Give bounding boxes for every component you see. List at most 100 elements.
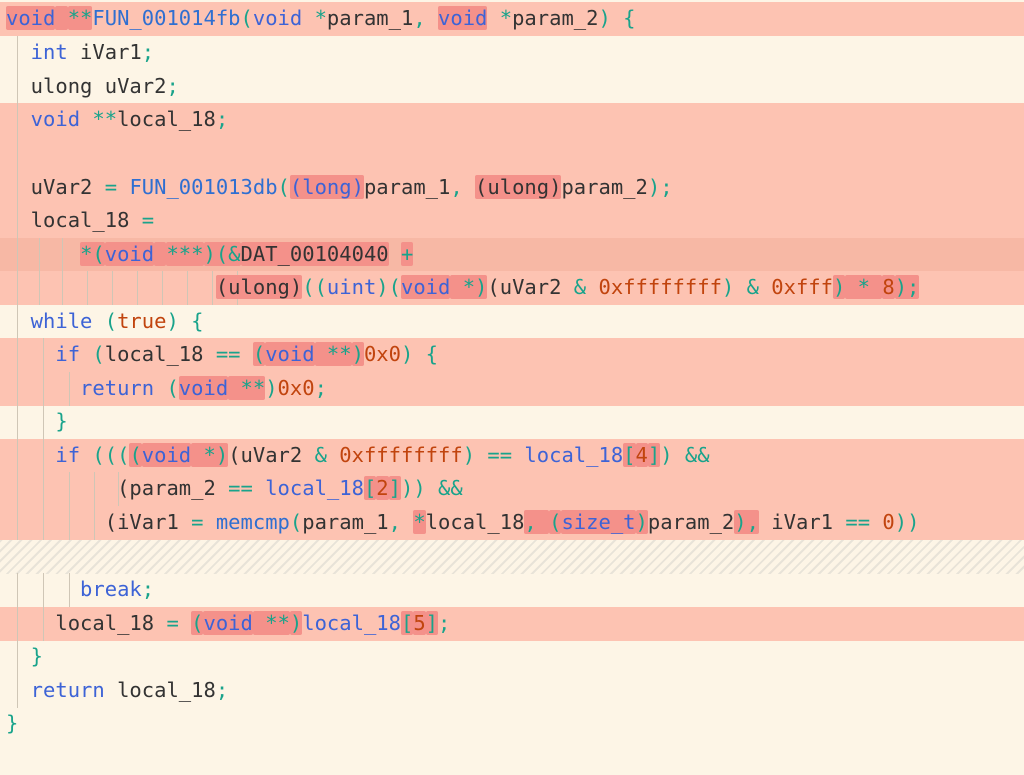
code-content: local_18 = (void **)local_18[5]; [6,607,450,641]
code-token: [ [623,443,636,467]
code-token: local_18 [6,208,142,232]
code-token: & [314,443,340,467]
code-line-6[interactable]: uVar2 = FUN_001013db((long)param_1, (ulo… [0,171,1024,205]
code-token: (long) [289,175,364,199]
code-line-20[interactable]: return local_18; [0,674,1024,708]
code-line-5[interactable] [0,137,1024,171]
code-token: 8 [882,275,895,299]
code-line-21[interactable]: } [0,707,1024,741]
code-content: if (local_18 == (void **)0x0) { [6,338,438,372]
code-token: void [252,6,303,30]
code-token: void [104,242,155,266]
code-token: 0x0 [277,376,315,400]
code-token: ((( [80,443,130,467]
code-token: 0xffffffff [598,275,722,299]
code-token: void [6,6,56,30]
code-line-3[interactable]: ulong uVar2; [0,70,1024,104]
code-token: == [845,510,883,534]
code-token: 2 [376,476,389,500]
code-token: return [6,376,155,400]
code-token: ; [314,376,327,400]
code-token: 5 [413,611,426,635]
code-token: * [499,6,513,30]
code-line-7[interactable]: local_18 = [0,204,1024,238]
code-token: == [215,342,253,366]
code-token [55,6,68,30]
code-token: *( [80,242,105,266]
code-token: ) { [598,6,636,30]
code-token: ] [425,611,439,635]
code-line-1[interactable]: void **FUN_001014fb(void *param_1, void … [0,2,1024,36]
code-token: )( [376,275,401,299]
code-token: param_2 [647,510,735,534]
code-token: + [400,242,414,266]
code-line-9[interactable]: (ulong)((uint)(void *)(uVar2 & 0xfffffff… [0,271,1024,305]
code-token: local_18 [265,476,364,500]
code-line-2[interactable]: int iVar1; [0,36,1024,70]
code-token: ** [92,107,118,131]
code-content: if ((((void *)(uVar2 & 0xffffffff) == lo… [6,439,710,473]
code-content: *(void ***)(&DAT_00104040 + [6,238,414,272]
code-token: && [438,476,463,500]
code-token: ( [129,443,142,467]
code-token: void [400,275,451,299]
code-line-8[interactable]: *(void ***)(&DAT_00104040 + [0,238,1024,272]
code-token: = [141,208,155,232]
code-token: ** [228,376,266,400]
code-line-14[interactable]: if ((((void *)(uVar2 & 0xffffffff) == lo… [0,439,1024,473]
code-token: , [524,510,550,534]
code-token: FUN_001013db [129,175,278,199]
code-line-19[interactable]: } [0,640,1024,674]
code-line-17[interactable]: break; [0,573,1024,607]
code-token: )(& [203,242,241,266]
code-line-18[interactable]: local_18 = (void **)local_18[5]; [0,607,1024,641]
code-token: memcmp [215,510,290,534]
code-line-4[interactable]: void **local_18; [0,103,1024,137]
code-token: * [413,510,426,534]
code-token: ; [141,40,155,64]
code-token: ) == [462,443,525,467]
indent-guide [17,137,18,171]
code-token: ( [277,175,290,199]
code-line-12[interactable]: return (void **)0x0; [0,372,1024,406]
code-token: (uVar2 [487,275,574,299]
code-line-10[interactable]: while (true) { [0,305,1024,339]
code-line-11[interactable]: if (local_18 == (void **)0x0) { [0,338,1024,372]
code-line-13[interactable]: } [0,405,1024,439]
code-content: } [6,640,43,674]
code-token: ( [549,510,562,534]
code-line-folded[interactable] [0,540,1024,574]
code-token: ] [388,476,401,500]
code-token: ( [92,309,118,333]
code-content: (ulong)((uint)(void *)(uVar2 & 0xfffffff… [6,271,920,305]
code-token: ), [734,510,759,534]
code-token: uint [326,275,377,299]
code-content: return local_18; [6,674,229,708]
code-token: ) [351,342,364,366]
code-token: } [6,711,19,735]
code-content: void **local_18; [6,103,229,137]
code-line-16[interactable]: (iVar1 = memcmp(param_1, *local_18, (siz… [0,506,1024,540]
code-token: void [438,6,488,30]
code-editor[interactable]: void **FUN_001014fb(void *param_1, void … [0,0,1024,748]
code-token: ] [647,443,661,467]
code-content: while (true) { [6,305,204,339]
code-content: return (void **)0x0; [6,372,327,406]
code-token: 0x0 [363,342,401,366]
code-token: local_18 [6,611,167,635]
code-token: DAT_00104040 [240,242,389,266]
code-token: * [845,275,883,299]
code-token: } [6,409,68,433]
code-token: (uVar2 [228,443,315,467]
code-content: void **FUN_001014fb(void *param_1, void … [6,2,636,36]
code-content: int iVar1; [6,36,154,70]
code-token: ** [314,342,352,366]
code-token: *** [166,242,204,266]
code-content: local_18 = [6,204,154,238]
code-token: iVar1 [771,510,846,534]
code-line-15[interactable]: (param_2 == local_18[2])) && [0,472,1024,506]
code-token: ) { [166,309,204,333]
